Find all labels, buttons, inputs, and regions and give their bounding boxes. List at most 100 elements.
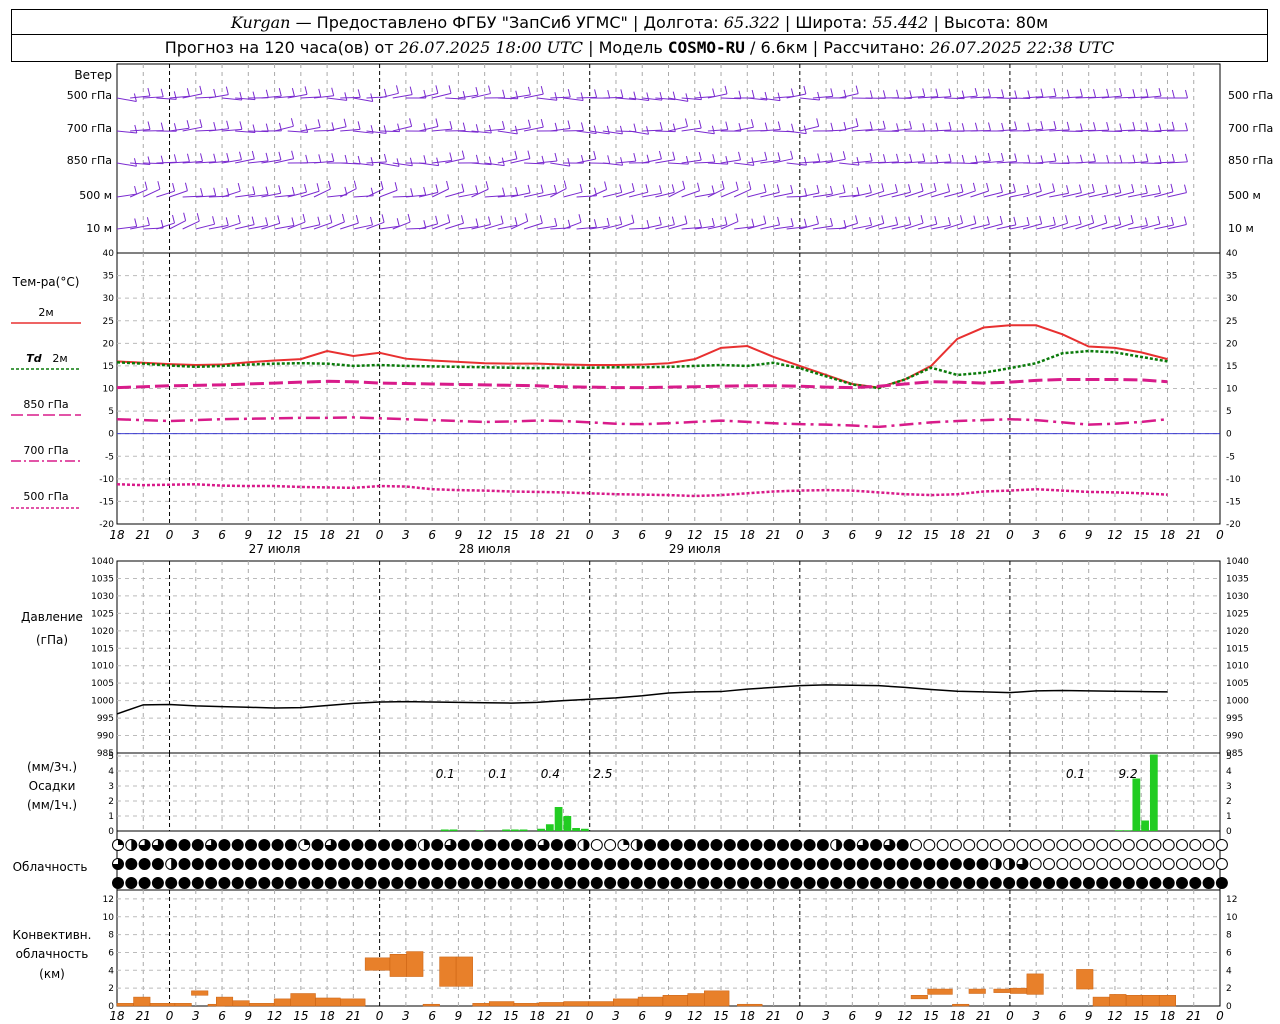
- cloud-symbol: [1136, 858, 1149, 870]
- wind-barb-feather: [1012, 183, 1016, 192]
- cloud-symbol: [816, 858, 829, 870]
- temp-ytick-left: 10: [103, 385, 115, 395]
- wind-barb-feather: [1026, 217, 1030, 226]
- wind-barb-feather: [327, 180, 331, 190]
- wind-barb: [1167, 192, 1187, 198]
- cloud-symbol: [1215, 877, 1228, 889]
- wind-barb-feather: [830, 88, 834, 97]
- cloud-symbol: [949, 858, 962, 870]
- wind-barb-feather: [777, 92, 781, 101]
- wind-barb-feather: [658, 150, 662, 160]
- wind-barb-feather: [485, 181, 489, 190]
- hour-tick-label: 0: [796, 528, 804, 542]
- cloud-symbol: [723, 877, 736, 889]
- cloud-symbol-fill: [171, 858, 177, 870]
- cloud-symbol: [657, 858, 670, 870]
- conv-cloud-bar: [340, 998, 366, 1007]
- cloud-symbol: [989, 877, 1002, 889]
- wind-barb-feather: [645, 184, 649, 193]
- wind-barb-feather: [251, 216, 255, 225]
- wind-barb-feather: [803, 218, 807, 227]
- temp-ytick-left: 40: [103, 249, 115, 259]
- cloud-symbol: [644, 858, 656, 870]
- wind-barb-feather: [712, 154, 716, 163]
- cloud-symbol: [1215, 839, 1228, 851]
- wind-barb-feather: [343, 118, 347, 127]
- temp-ytick-right: 0: [1226, 430, 1232, 440]
- cloud-symbol: [431, 877, 444, 889]
- wind-barb: [707, 93, 728, 99]
- conv-cloud-bar: [513, 1003, 540, 1007]
- wind-barb-feather: [631, 214, 635, 223]
- wind-barb-feather: [1052, 216, 1056, 226]
- precip-ytick-right: 2: [1226, 797, 1232, 807]
- wind-barb-feather: [607, 89, 611, 99]
- cloud-symbol: [391, 877, 404, 889]
- wind-barb-feather: [341, 213, 345, 223]
- precip-ytick-left: 5: [108, 752, 114, 762]
- wind-barb-feather: [869, 121, 873, 130]
- cloud-symbol: [165, 877, 178, 889]
- cloud-symbol: [843, 877, 856, 889]
- conv-cloud-bar: [910, 995, 928, 1000]
- cloud-symbol: [364, 858, 377, 870]
- hour-tick-label: 18: [319, 528, 335, 542]
- wind-barb: [839, 93, 859, 99]
- pressure-unit: (гПа): [36, 633, 68, 647]
- wind-barb-feather: [410, 188, 414, 197]
- wind-barb-feather: [435, 118, 439, 127]
- cloud-symbol: [657, 877, 670, 889]
- wind-barb-feather: [239, 151, 242, 160]
- cloud-symbol: [391, 839, 404, 851]
- pressure-ytick-right: 1015: [1226, 644, 1249, 654]
- cloud-symbol: [723, 858, 736, 870]
- wind-barb-feather: [394, 182, 398, 191]
- temp-ytick-right: -20: [1226, 520, 1241, 530]
- cloud-symbol: [1082, 858, 1095, 870]
- cloud-symbol: [923, 877, 936, 889]
- wind-barb-feather: [763, 183, 767, 193]
- wind-barb: [497, 97, 518, 100]
- cloud-symbol: [949, 877, 962, 889]
- wind-barb-feather: [265, 123, 269, 132]
- conv-cloud-bar: [1026, 973, 1044, 995]
- wind-barb-feather: [435, 85, 439, 94]
- cloud-symbol: [112, 877, 124, 889]
- wind-barb: [497, 130, 518, 135]
- hour-tick-label: 6: [428, 528, 436, 542]
- hour-tick-label-bottom: 9: [455, 1009, 463, 1023]
- cloud-symbol: [1003, 839, 1016, 851]
- conv-cloud-bar: [662, 995, 688, 1007]
- hour-tick-label-bottom: 12: [267, 1009, 282, 1023]
- wind-barb-feather: [803, 85, 807, 95]
- precip-ytick-left: 4: [108, 767, 114, 777]
- wind-barb-feather: [619, 184, 623, 193]
- wind-barb-feather: [186, 88, 190, 97]
- cloud-symbol: [271, 839, 284, 851]
- conv-cloud-bar: [927, 988, 953, 995]
- hour-tick-label: 0: [1006, 528, 1014, 542]
- wind-barb-feather: [646, 220, 650, 229]
- wind-barb-feather: [396, 218, 400, 227]
- wind-barb: [313, 188, 331, 198]
- temp-title: Тем-ра(°C): [12, 275, 80, 289]
- hour-tick-label: 0: [166, 528, 174, 542]
- wind-barb-feather: [699, 91, 702, 100]
- wind-barb: [379, 130, 400, 133]
- pressure-ytick-right: 1010: [1226, 662, 1249, 672]
- cloud-symbol: [338, 877, 351, 889]
- wind-barb-feather: [776, 184, 780, 193]
- cloud-symbol: [830, 858, 843, 870]
- wind-barb-feather: [1014, 90, 1018, 99]
- conv-cloud-bar: [174, 1003, 192, 1007]
- wind-barb-feather: [1052, 183, 1056, 192]
- cloud-symbol: [511, 839, 523, 851]
- wind-barb-feather: [1013, 216, 1017, 225]
- hour-tick-label: 9: [244, 528, 252, 542]
- cloud-symbol: [896, 877, 909, 889]
- hour-tick-label: 21: [1186, 528, 1201, 542]
- wind-barb-feather: [697, 182, 701, 191]
- wind-barb: [839, 162, 860, 166]
- wind-barb: [524, 162, 545, 165]
- wind-barb: [418, 191, 439, 198]
